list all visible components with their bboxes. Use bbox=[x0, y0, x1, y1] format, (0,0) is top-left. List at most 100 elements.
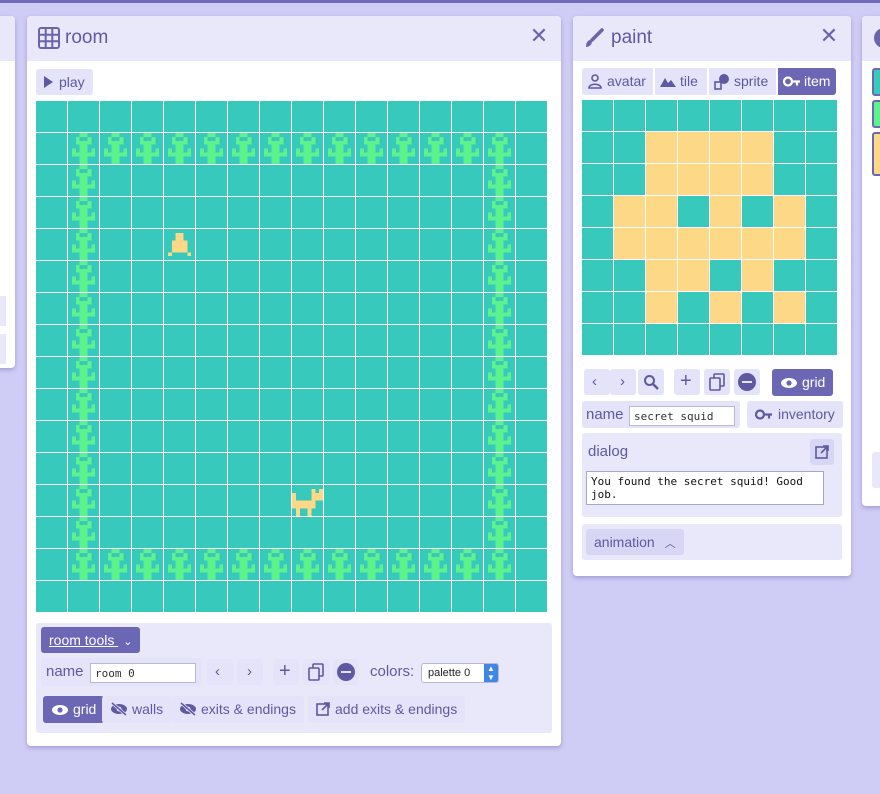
tab-sprite[interactable]: sprite bbox=[709, 68, 776, 95]
paint-pixel-empty[interactable] bbox=[806, 164, 837, 195]
map-tile[interactable] bbox=[516, 453, 547, 484]
map-tile[interactable] bbox=[36, 197, 67, 228]
map-tile[interactable] bbox=[292, 261, 323, 292]
paint-pixel-empty[interactable] bbox=[678, 196, 709, 227]
flower-tile[interactable] bbox=[260, 549, 291, 580]
map-tile[interactable] bbox=[388, 165, 419, 196]
add-room-button[interactable]: + bbox=[273, 659, 299, 685]
map-tile[interactable] bbox=[292, 165, 323, 196]
map-tile[interactable] bbox=[196, 581, 227, 612]
map-tile[interactable] bbox=[68, 101, 99, 132]
map-tile[interactable] bbox=[228, 453, 259, 484]
flower-tile[interactable] bbox=[68, 485, 99, 516]
map-tile[interactable] bbox=[356, 517, 387, 548]
map-tile[interactable] bbox=[164, 485, 195, 516]
map-tile[interactable] bbox=[420, 293, 451, 324]
map-tile[interactable] bbox=[356, 325, 387, 356]
map-tile[interactable] bbox=[452, 261, 483, 292]
map-tile[interactable] bbox=[100, 261, 131, 292]
flower-tile[interactable] bbox=[484, 389, 515, 420]
map-tile[interactable] bbox=[100, 453, 131, 484]
map-tile[interactable] bbox=[420, 101, 451, 132]
map-tile[interactable] bbox=[516, 485, 547, 516]
paint-pixel-empty[interactable] bbox=[678, 100, 709, 131]
map-tile[interactable] bbox=[36, 421, 67, 452]
map-tile[interactable] bbox=[132, 389, 163, 420]
map-tile[interactable] bbox=[228, 101, 259, 132]
map-tile[interactable] bbox=[420, 165, 451, 196]
map-tile[interactable] bbox=[260, 517, 291, 548]
map-tile[interactable] bbox=[36, 453, 67, 484]
flower-tile[interactable] bbox=[68, 261, 99, 292]
paint-pixel-empty[interactable] bbox=[742, 324, 773, 355]
map-tile[interactable] bbox=[292, 453, 323, 484]
flower-tile[interactable] bbox=[164, 133, 195, 164]
map-tile[interactable] bbox=[260, 229, 291, 260]
map-tile[interactable] bbox=[36, 389, 67, 420]
paint-pixel-filled[interactable] bbox=[678, 164, 709, 195]
animation-toggle[interactable]: animation ︿ bbox=[586, 529, 684, 555]
paint-pixel-empty[interactable] bbox=[614, 100, 645, 131]
paint-pixel-filled[interactable] bbox=[710, 132, 741, 163]
map-tile[interactable] bbox=[324, 389, 355, 420]
paint-pixel-filled[interactable] bbox=[742, 260, 773, 291]
paint-grid-toggle[interactable]: grid bbox=[772, 369, 834, 396]
map-tile[interactable] bbox=[36, 485, 67, 516]
map-tile[interactable] bbox=[260, 165, 291, 196]
map-tile[interactable] bbox=[100, 357, 131, 388]
paint-pixel-filled[interactable] bbox=[742, 164, 773, 195]
flower-tile[interactable] bbox=[484, 165, 515, 196]
map-tile[interactable] bbox=[516, 229, 547, 260]
map-tile[interactable] bbox=[196, 389, 227, 420]
map-tile[interactable] bbox=[132, 229, 163, 260]
map-tile[interactable] bbox=[260, 197, 291, 228]
map-tile[interactable] bbox=[100, 197, 131, 228]
map-tile[interactable] bbox=[516, 165, 547, 196]
map-tile[interactable] bbox=[516, 325, 547, 356]
paint-pixel-empty[interactable] bbox=[646, 100, 677, 131]
map-tile[interactable] bbox=[516, 389, 547, 420]
map-tile[interactable] bbox=[132, 325, 163, 356]
flower-tile[interactable] bbox=[164, 549, 195, 580]
map-tile[interactable] bbox=[452, 197, 483, 228]
map-tile[interactable] bbox=[388, 485, 419, 516]
walls-toggle[interactable]: walls bbox=[102, 696, 172, 723]
paint-pixel-filled[interactable] bbox=[646, 132, 677, 163]
map-tile[interactable] bbox=[36, 549, 67, 580]
map-tile[interactable] bbox=[292, 293, 323, 324]
paint-pixel-empty[interactable] bbox=[710, 324, 741, 355]
flower-tile[interactable] bbox=[484, 357, 515, 388]
map-tile[interactable] bbox=[164, 197, 195, 228]
map-tile[interactable] bbox=[228, 421, 259, 452]
map-tile[interactable] bbox=[260, 101, 291, 132]
map-tile[interactable] bbox=[420, 517, 451, 548]
map-tile[interactable] bbox=[196, 325, 227, 356]
map-tile[interactable] bbox=[516, 517, 547, 548]
paint-pixel-empty[interactable] bbox=[614, 260, 645, 291]
prev-frame-button[interactable]: ‹ bbox=[584, 369, 610, 395]
map-tile[interactable] bbox=[388, 357, 419, 388]
flower-tile[interactable] bbox=[388, 133, 419, 164]
find-drawing-button[interactable] bbox=[638, 369, 664, 395]
flower-tile[interactable] bbox=[68, 421, 99, 452]
map-tile[interactable] bbox=[356, 293, 387, 324]
map-tile[interactable] bbox=[196, 293, 227, 324]
map-tile[interactable] bbox=[452, 357, 483, 388]
paint-pixel-filled[interactable] bbox=[646, 196, 677, 227]
paint-pixel-filled[interactable] bbox=[614, 196, 645, 227]
paint-pixel-empty[interactable] bbox=[806, 100, 837, 131]
map-tile[interactable] bbox=[452, 325, 483, 356]
paint-pixel-filled[interactable] bbox=[646, 164, 677, 195]
map-tile[interactable] bbox=[324, 421, 355, 452]
delete-room-button[interactable] bbox=[333, 659, 359, 685]
map-tile[interactable] bbox=[324, 325, 355, 356]
map-tile[interactable] bbox=[356, 389, 387, 420]
room-tools-toggle[interactable]: room tools ⌄ bbox=[41, 627, 141, 653]
left-partial-tab-2[interactable] bbox=[0, 334, 6, 364]
map-tile[interactable] bbox=[196, 101, 227, 132]
map-tile[interactable] bbox=[420, 389, 451, 420]
map-tile[interactable] bbox=[228, 389, 259, 420]
map-tile[interactable] bbox=[388, 389, 419, 420]
paint-pixel-empty[interactable] bbox=[582, 132, 613, 163]
paint-pixel-empty[interactable] bbox=[710, 260, 741, 291]
